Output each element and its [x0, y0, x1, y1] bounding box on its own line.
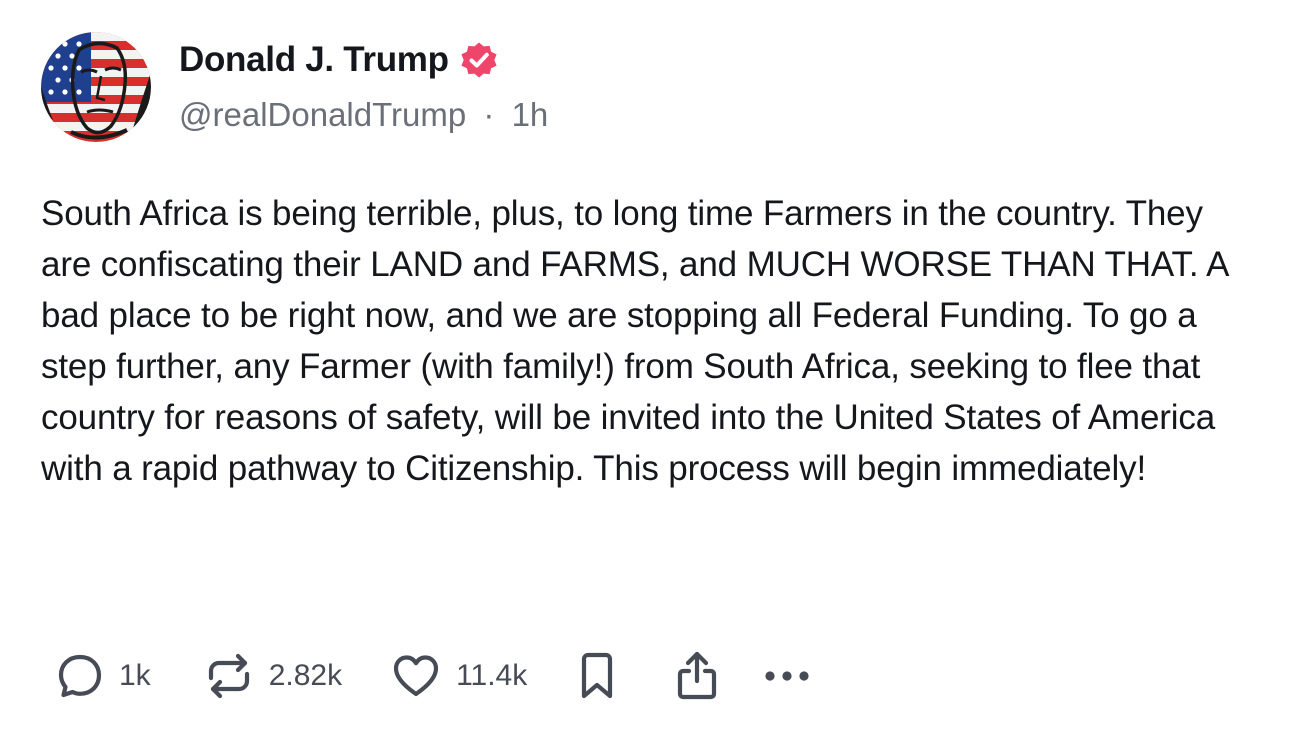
repost-icon [208, 653, 249, 699]
more-icon [765, 671, 809, 681]
author-name-row: Donald J. Trump [179, 38, 499, 82]
verified-badge-icon [461, 42, 497, 78]
post-card: Donald J. Trump @realDonaldTrump · 1h So… [0, 0, 1290, 737]
avatar[interactable] [41, 32, 151, 142]
author-handle[interactable]: @realDonaldTrump [179, 96, 466, 133]
post-text: South Africa is being terrible, plus, to… [41, 194, 1228, 488]
reply-button[interactable]: 1k [55, 651, 151, 701]
avatar-portrait [41, 32, 151, 142]
more-options-button[interactable] [762, 666, 814, 686]
author-meta: @realDonaldTrump · 1h [179, 96, 548, 134]
reply-icon [58, 654, 102, 698]
reply-count: 1k [119, 659, 151, 692]
share-icon [678, 651, 717, 700]
repost-count: 2.82k [268, 659, 343, 692]
action-bar: 1k 2.82k 11.4k [55, 648, 814, 704]
like-count: 11.4k [456, 659, 528, 692]
bookmark-button[interactable] [577, 650, 617, 702]
repost-button[interactable]: 2.82k [203, 651, 342, 701]
post-timestamp[interactable]: 1h [512, 96, 549, 133]
like-button[interactable]: 11.4k [390, 651, 527, 701]
heart-icon [393, 655, 439, 697]
bookmark-icon [582, 652, 613, 699]
meta-separator: · [483, 96, 495, 133]
share-button[interactable] [674, 649, 720, 703]
author-display-name[interactable]: Donald J. Trump [179, 40, 449, 80]
